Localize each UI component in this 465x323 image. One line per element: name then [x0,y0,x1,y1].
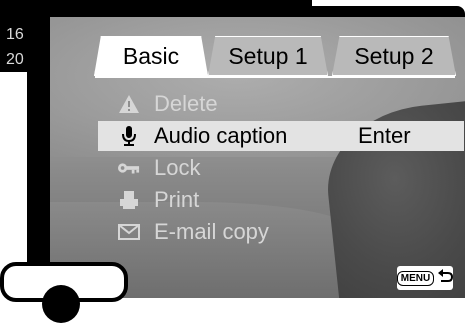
tab-setup-2[interactable]: Setup 2 [332,36,456,76]
lcd-screen: Basic Setup 1 Setup 2 Delete Audio capti… [50,17,465,298]
menu-return-button[interactable]: MENU [396,266,454,290]
tab-setup-1[interactable]: Setup 1 [208,36,328,76]
menu-label: Audio caption [154,123,288,148]
menu-item-email-copy[interactable]: E-mail copy [98,217,464,247]
lcd-frame: Basic Setup 1 Setup 2 Delete Audio capti… [27,6,465,298]
menu-item-delete[interactable]: Delete [98,89,464,119]
background-number: 16 [6,26,24,43]
menu-item-lock[interactable]: Lock [98,153,464,183]
menu-item-print[interactable]: Print [98,185,464,215]
menu-label: Lock [154,155,201,180]
print-icon [118,189,140,211]
key-icon [118,157,140,179]
tab-underline [95,76,455,78]
menu-label: Delete [154,91,218,116]
envelope-icon [118,221,140,243]
warning-icon [118,93,140,115]
callout-dot [42,285,80,323]
background-number: 20 [6,51,24,68]
menu-key-label: MENU [396,270,435,286]
menu-label: E-mail copy [154,219,269,244]
microphone-icon [118,125,140,147]
tab-basic[interactable]: Basic [94,36,208,76]
menu-value[interactable]: Enter [358,123,411,149]
menu-item-audio-caption[interactable]: Audio caption Enter [98,121,464,151]
return-arrow-icon [437,268,454,288]
menu-label: Print [154,187,200,212]
